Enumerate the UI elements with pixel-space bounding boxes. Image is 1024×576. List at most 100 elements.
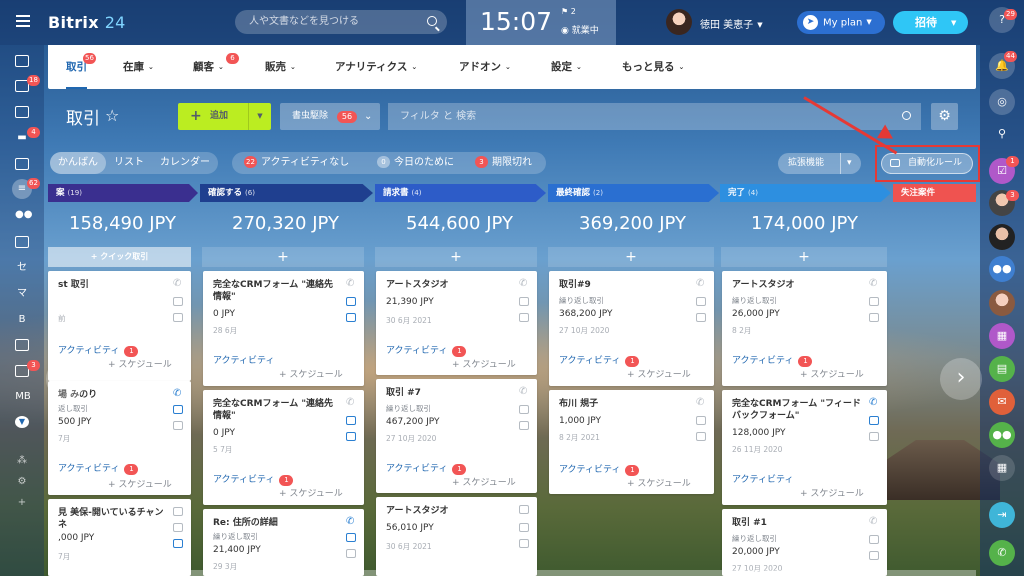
menu-item-customers[interactable]: 顧客 ⌄ <box>193 45 224 89</box>
counter-no-activity[interactable]: 22 アクティビティなし <box>244 152 349 174</box>
chat-icon[interactable] <box>869 313 879 322</box>
mail-icon[interactable] <box>869 535 879 544</box>
menu-item-inventory[interactable]: 在庫 ⌄ <box>123 45 154 89</box>
deal-card[interactable]: 完全なCRMフォーム "フィードバックフォーム" 128,000 JPY 26 … <box>722 390 887 505</box>
my-plan-button[interactable]: ➤ My plan ▼ <box>797 11 885 34</box>
chat-icon[interactable] <box>519 421 529 430</box>
bitrix-logo[interactable]: Bitrix 24 <box>48 13 126 32</box>
mail-icon[interactable] <box>173 523 183 532</box>
id-card-icon[interactable] <box>15 236 29 248</box>
mail-icon[interactable]: ✉ <box>989 389 1015 415</box>
contact-avatar[interactable] <box>989 224 1015 250</box>
phone-icon[interactable] <box>173 507 183 516</box>
extensions-button[interactable]: 拡張機能 ▾ <box>778 153 861 174</box>
filter-search-input[interactable]: フィルタ と 検索 <box>388 103 921 130</box>
sitemap-icon[interactable]: ⁂ <box>15 455 29 467</box>
deal-card[interactable]: 取引 #7 繰り返し取引 467,200 JPY 27 10月 2020 アクテ… <box>376 379 537 493</box>
mail-icon[interactable] <box>869 297 879 306</box>
column-header[interactable]: 最終確認 (2) <box>548 184 719 202</box>
chat-icon[interactable] <box>519 313 529 322</box>
phone-icon[interactable]: ✆ <box>346 398 356 408</box>
add-card-button[interactable]: + <box>721 247 887 267</box>
mail-icon[interactable] <box>346 297 356 306</box>
invite-button[interactable]: 招待 ▼ <box>893 11 968 34</box>
deal-card[interactable]: 完全なCRMフォーム "連絡先情報" 0 JPY 28 6月 アクティビティ +… <box>203 271 364 386</box>
user-avatar[interactable] <box>666 9 692 35</box>
phone-icon[interactable]: ✆ <box>696 279 706 289</box>
phone-icon[interactable] <box>519 505 529 514</box>
group-chat-icon[interactable]: ●● <box>989 256 1015 282</box>
quick-deal-button[interactable]: + クイック取引 <box>48 247 191 267</box>
column-header[interactable]: 完了 (4) <box>720 184 891 202</box>
user-menu[interactable]: 徳田 美恵子 ▼ <box>700 16 763 31</box>
contact-avatar[interactable] <box>989 290 1015 316</box>
feed-icon[interactable] <box>15 55 29 67</box>
duplicates-button[interactable]: 書虫駆除 56 ⌄ <box>280 103 380 130</box>
deal-card[interactable]: 布川 規子 1,000 JPY 8 2月 2021 アクティビティ 1 + スケジ… <box>549 390 714 494</box>
chat-icon[interactable] <box>696 313 706 322</box>
add-dropdown-chevron-icon[interactable]: ▼ <box>248 103 271 130</box>
mail-icon[interactable] <box>346 533 356 542</box>
menu-item-deals[interactable]: 取引 <box>66 45 87 89</box>
favorite-star-icon[interactable]: ☆ <box>105 106 119 125</box>
scroll-right-arrow-icon[interactable]: › <box>940 358 982 400</box>
global-search-input[interactable]: 人や文書などを見つける <box>235 10 447 34</box>
chat-icon[interactable] <box>696 432 706 441</box>
mail-icon[interactable] <box>173 297 183 306</box>
exit-icon[interactable]: ⇥ <box>989 502 1015 528</box>
deal-card[interactable]: 取引 #1 繰り返し取引 20,000 JPY 27 10月 2020 ✆ <box>722 509 887 576</box>
settings-gear-icon[interactable]: ⚙ <box>15 476 29 488</box>
add-card-button[interactable]: + <box>202 247 364 267</box>
mail-icon[interactable] <box>696 297 706 306</box>
deal-card[interactable]: 完全なCRMフォーム "連絡先情報" 0 JPY 5 7月 アクティビティ 1 +… <box>203 390 364 505</box>
chat-icon[interactable] <box>346 432 356 441</box>
horizontal-scrollbar[interactable] <box>48 570 976 576</box>
column-header[interactable]: 案 (19) <box>48 184 198 202</box>
phone-icon[interactable]: ✆ <box>989 540 1015 566</box>
chat-icon[interactable] <box>346 313 356 322</box>
scroll-left-arrow-icon[interactable]: ‹ <box>46 358 88 400</box>
contacts-icon[interactable]: ●● <box>15 209 32 221</box>
tab-kanban[interactable]: かんばん <box>50 152 106 174</box>
menu-item-sales[interactable]: 販売 ⌄ <box>265 45 296 89</box>
phone-icon[interactable]: ✆ <box>696 398 706 408</box>
calendar-icon[interactable]: ▦ <box>989 455 1015 481</box>
clock-widget[interactable]: 15:07 ⚑ 2 ◉ 就業中 <box>466 0 616 45</box>
chat-icon[interactable] <box>173 539 183 548</box>
chat-icon[interactable] <box>173 421 183 430</box>
tab-list[interactable]: リスト <box>106 152 152 174</box>
menu-burger-icon[interactable] <box>16 15 30 27</box>
open-line-icon[interactable]: ▤ <box>989 356 1015 382</box>
document-icon[interactable] <box>15 339 29 351</box>
tab-calendar[interactable]: カレンダー <box>152 152 218 174</box>
mail-icon[interactable] <box>696 416 706 425</box>
drive-icon[interactable] <box>15 106 29 118</box>
deal-card[interactable]: 見 美保-開いているチャンネ ,000 JPY 7月 <box>48 499 191 576</box>
phone-icon[interactable]: ✆ <box>519 387 529 397</box>
sidebar-item-b[interactable]: B <box>15 314 29 326</box>
phone-icon[interactable]: ✆ <box>869 517 879 527</box>
phone-icon[interactable]: ✆ <box>869 279 879 289</box>
add-card-button[interactable]: + <box>375 247 537 267</box>
menu-item-settings[interactable]: 設定 ⌄ <box>551 45 582 89</box>
calendar-icon[interactable]: ▦ <box>989 323 1015 349</box>
messenger-icon[interactable]: ◎ <box>989 89 1015 115</box>
more-chevron-icon[interactable]: ▼ <box>15 416 29 428</box>
phone-icon[interactable]: ✆ <box>346 279 356 289</box>
add-card-button[interactable]: + <box>548 247 714 267</box>
deal-card[interactable]: 取引#9 繰り返し取引 368,200 JPY 27 10月 2020 アクティ… <box>549 271 714 386</box>
counter-today[interactable]: 0 今日のために <box>377 152 454 174</box>
chat-icon[interactable] <box>869 432 879 441</box>
mail-icon[interactable] <box>519 297 529 306</box>
users-icon[interactable]: ●● <box>989 422 1015 448</box>
menu-item-more[interactable]: もっと見る ⌄ <box>622 45 684 89</box>
sidebar-item-se[interactable]: セ <box>15 262 29 274</box>
sidebar-item-mb[interactable]: MB <box>13 391 33 403</box>
mail-icon[interactable] <box>519 523 529 532</box>
deal-card[interactable]: Re: 住所の詳細 繰り返し取引 21,400 JPY 29 3月 ✆ <box>203 509 364 576</box>
settings-gear-button[interactable]: ⚙ <box>931 103 958 130</box>
counter-overdue[interactable]: 3 期限切れ <box>475 152 532 174</box>
menu-item-addons[interactable]: アドオン ⌄ <box>459 45 511 89</box>
phone-icon[interactable]: ✆ <box>346 517 356 527</box>
menu-item-analytics[interactable]: アナリティクス ⌄ <box>335 45 417 89</box>
